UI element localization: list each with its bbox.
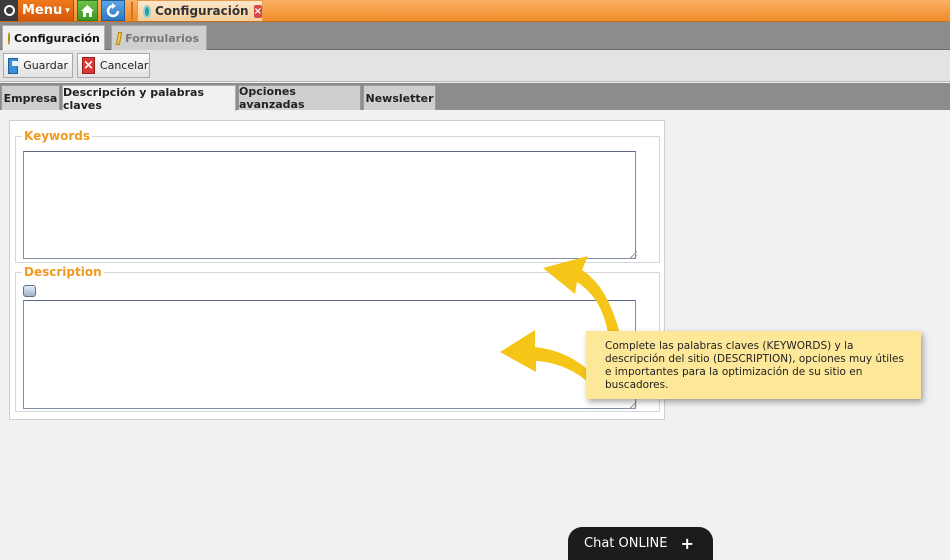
form-panel: Keywords Description [9, 120, 665, 420]
tab-opciones-avanzadas[interactable]: Opciones avanzadas [238, 85, 361, 111]
toolbar: Guardar × Cancelar [0, 50, 950, 82]
tab-label: Formularios [125, 31, 199, 45]
tab-descripcion[interactable]: Descripción y palabras claves [62, 85, 236, 112]
open-tab-configuracion[interactable]: Configuración × [137, 0, 263, 21]
chevron-down-icon: ▾ [65, 5, 70, 16]
plus-icon: + [680, 534, 694, 553]
save-button[interactable]: Guardar [3, 53, 73, 78]
divider [131, 2, 133, 20]
menu-label: Menu [22, 3, 63, 18]
description-fieldset: Description [15, 265, 660, 412]
chat-online-button[interactable]: Chat ONLINE + [568, 527, 713, 560]
tab-formularios[interactable]: Formularios [111, 25, 207, 50]
top-bar: Menu ▾ Configuración × [0, 0, 950, 22]
description-textarea[interactable] [23, 300, 636, 409]
home-button[interactable] [77, 0, 98, 21]
resize-handle[interactable] [629, 251, 637, 259]
description-legend: Description [22, 265, 104, 279]
home-icon [81, 4, 94, 17]
help-callout: Complete las palabras claves (KEYWORDS) … [586, 331, 921, 399]
tab-configuracion[interactable]: Configuración [2, 25, 105, 50]
cancel-icon: × [82, 57, 95, 74]
section-tabs: Empresa Descripción y palabras claves Op… [0, 83, 950, 112]
pencil-icon [115, 31, 123, 45]
refresh-button[interactable] [101, 0, 125, 21]
resize-handle[interactable] [629, 401, 637, 409]
save-label: Guardar [23, 59, 68, 72]
module-tabs: Configuración Formularios [0, 22, 950, 50]
close-icon[interactable]: × [253, 4, 262, 18]
keywords-fieldset: Keywords [15, 129, 660, 263]
tab-newsletter[interactable]: Newsletter [363, 85, 436, 110]
cancel-label: Cancelar [99, 59, 149, 72]
refresh-icon [106, 2, 120, 17]
gear-icon [143, 4, 151, 18]
save-icon [8, 57, 21, 74]
menu-button[interactable]: Menu ▾ [0, 0, 74, 21]
gear-icon [8, 31, 10, 45]
keywords-legend: Keywords [22, 129, 93, 143]
tab-label: Configuración [14, 31, 100, 45]
app-logo-icon [0, 0, 18, 21]
cancel-button[interactable]: × Cancelar [77, 53, 150, 78]
tab-empresa[interactable]: Empresa [1, 85, 60, 110]
chat-label: Chat ONLINE [584, 536, 668, 551]
editor-icon[interactable] [23, 285, 36, 297]
keywords-textarea[interactable] [23, 151, 636, 259]
open-tab-label: Configuración [154, 4, 249, 18]
